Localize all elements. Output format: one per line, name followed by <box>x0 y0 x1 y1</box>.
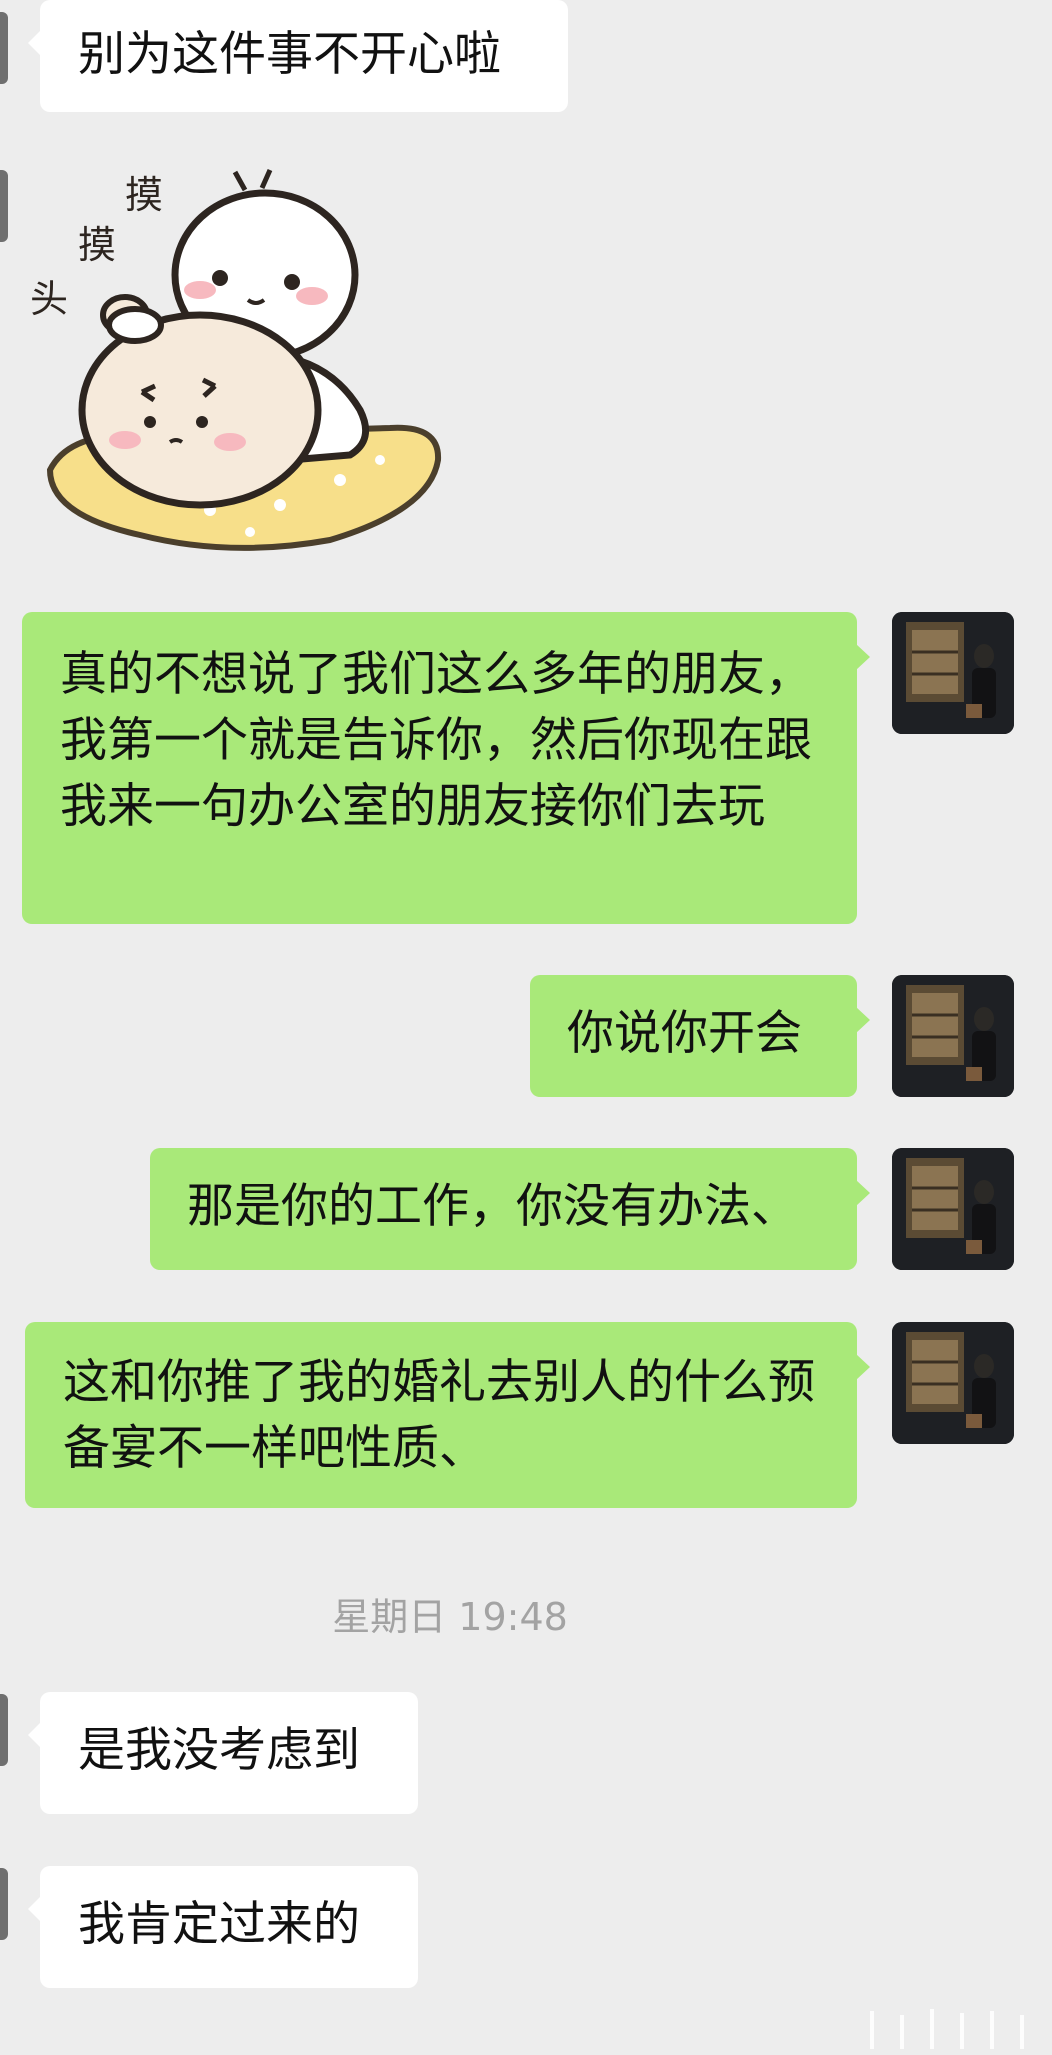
message-text: 别为这件事不开心啦 <box>78 27 501 82</box>
sticker-char: 摸 <box>78 223 116 267</box>
message-text: 是我没考虑到 <box>78 1723 360 1778</box>
chat-timestamp: 星期日 19:48 <box>332 1595 568 1639</box>
message-text: 你说你开会 <box>567 1006 802 1061</box>
user-avatar[interactable] <box>892 1322 1014 1444</box>
avatar-image <box>892 975 1014 1097</box>
avatar-image <box>892 612 1014 734</box>
sticker-char: 摸 <box>125 173 163 217</box>
message-text: 真的不想说了我们这么多年的朋友，我第一个就是告诉你，然后你现在跟我来一句办公室的… <box>60 647 812 834</box>
message-text: 这和你推了我的婚礼去别人的什么预备宴不一样吧性质、 <box>63 1355 815 1476</box>
message-text: 那是你的工作，你没有办法、 <box>187 1179 798 1234</box>
sticker-char: 头 <box>30 277 68 321</box>
avatar-image <box>892 1322 1014 1444</box>
user-avatar[interactable] <box>892 612 1014 734</box>
user-avatar[interactable] <box>892 975 1014 1097</box>
contact-avatar[interactable] <box>0 1694 8 1766</box>
message-text: 我肯定过来的 <box>78 1897 360 1952</box>
message-bubble-received[interactable]: 我肯定过来的 <box>28 1866 418 1988</box>
message-bubble-sent[interactable]: 这和你推了我的婚礼去别人的什么预备宴不一样吧性质、 <box>25 1322 870 1508</box>
avatar-image <box>892 1148 1014 1270</box>
user-avatar[interactable] <box>892 1148 1014 1270</box>
message-bubble-sent[interactable]: 你说你开会 <box>530 975 870 1097</box>
message-bubble-sent[interactable]: 那是你的工作，你没有办法、 <box>150 1148 870 1270</box>
contact-avatar[interactable] <box>0 170 8 242</box>
message-bubble-received[interactable]: 别为这件事不开心啦 <box>28 0 568 112</box>
contact-avatar[interactable] <box>0 1868 8 1940</box>
contact-avatar[interactable] <box>0 12 8 84</box>
message-bubble-received[interactable]: 是我没考虑到 <box>28 1692 418 1814</box>
watermark <box>832 1991 1052 2051</box>
sticker-image: 摸 摸 头 <box>30 168 442 551</box>
message-bubble-sent[interactable]: 真的不想说了我们这么多年的朋友，我第一个就是告诉你，然后你现在跟我来一句办公室的… <box>22 612 870 924</box>
head-pat-sticker[interactable]: 摸 摸 头 <box>30 160 450 560</box>
